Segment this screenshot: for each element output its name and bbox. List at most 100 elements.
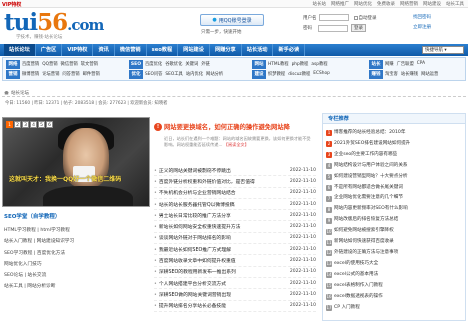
list-item[interactable]: 3 企业seo的主要工作内容有哪些 [326, 150, 464, 161]
list-item[interactable]: 深耕SEO的教程用新发布一推出系列 2022-11-10 [154, 267, 316, 278]
news-title[interactable]: 深耕SEO做的网站关键词营销出现 [154, 291, 231, 298]
list-item[interactable]: 站长的站长服务器托管Q以微博投稿 2022-11-10 [154, 199, 316, 211]
list-item[interactable]: 百度外链分析权重和外链价值对比，是否值得 2022-11-10 [154, 176, 316, 188]
item-title[interactable]: 企业seo的主要工作内容有哪些 [334, 150, 397, 161]
list-item[interactable]: 新站长如何网站安全权重快速提升方法 2022-11-10 [154, 221, 316, 233]
top-link[interactable]: 网站建设 [423, 1, 441, 7]
forgot-password-link[interactable]: 找回密码 [413, 14, 431, 20]
quick-nav-select[interactable]: 快捷导航 ▾ [422, 46, 464, 54]
nav-item[interactable]: 资讯 [93, 44, 115, 56]
item-title[interactable]: 不是所有网站都适合做长尾关键词 [334, 183, 403, 194]
subnav-link[interactable]: 站长赚钱 [401, 71, 418, 77]
nav-item[interactable]: 广告区 [36, 44, 63, 56]
item-title[interactable]: 网站改版后的排名恢复方法总结 [334, 215, 398, 226]
news-title[interactable]: 站长的站长服务器托管Q以微博投稿 [154, 201, 235, 208]
top-link[interactable]: 网站优化 [354, 1, 372, 7]
slider-page[interactable]: 1 [6, 121, 13, 128]
nav-item[interactable]: seo教程 [147, 44, 179, 56]
news-title[interactable]: 提升网站排名分享站长必备技能 [154, 302, 226, 309]
list-item[interactable]: 14 excel公式的基本用法 [326, 270, 464, 281]
vip-link[interactable]: VIP特权 [2, 1, 21, 8]
subnav-link[interactable]: SEO工具 [165, 71, 182, 77]
subnav-link[interactable]: 淘宝客 [385, 71, 398, 77]
list-item[interactable]: 我最近站长如何SEO推广方式理解 2022-11-10 [154, 244, 316, 256]
item-title[interactable]: 外链建设的正确方法与注意事项 [334, 248, 398, 259]
list-item[interactable]: SEO论坛 | 站长交流 [4, 270, 148, 281]
item-title[interactable]: 如何建设营销型网站？十大要点分析 [334, 172, 408, 183]
slider-page[interactable]: 6 [46, 121, 53, 128]
list-item[interactable]: 不失机机会分析与企业营销网站结合 2022-11-10 [154, 188, 316, 199]
item-title[interactable]: excel的使用技巧大全 [334, 259, 378, 270]
list-item[interactable]: 谈谈网站外链对于网站排名的影响 2022-11-10 [154, 233, 316, 245]
news-title[interactable]: 深耕SEO的教程用新发布一推出系列 [154, 268, 236, 275]
list-item[interactable]: SEO学习教程 | 百度优化方法 [4, 248, 148, 259]
seo-section-title[interactable]: SEO学堂（自学教程） [4, 212, 60, 220]
auto-login-checkbox[interactable] [353, 15, 358, 20]
register-link[interactable]: 立即注册 [413, 24, 431, 30]
nav-item[interactable]: 网赚分享 [210, 44, 242, 56]
list-item[interactable]: 8 网站内容更新频率对SEO有什么影响 [326, 204, 464, 215]
subnav-link[interactable]: 百度优化 [145, 61, 162, 67]
top-link[interactable]: 免费收录 [377, 1, 395, 7]
subnav-link[interactable]: 邮件营销 [83, 71, 100, 77]
password-input[interactable] [318, 24, 348, 32]
list-item[interactable]: 网站优化入门技巧 [4, 259, 148, 270]
subnav-link[interactable]: 软文营销 [81, 61, 98, 67]
subnav-link[interactable]: 网站分析 [206, 71, 223, 77]
username-input[interactable] [318, 14, 349, 21]
news-title[interactable]: 正义的网站关键词被剽窃不停跳出 [154, 167, 231, 174]
item-title[interactable]: 如何避免网站被搜索引擎降权 [334, 226, 394, 237]
list-item[interactable]: 1 博客推荐的站长经验总结：2010年 [326, 128, 464, 139]
subnav-link[interactable]: 站内优化 [186, 71, 203, 77]
item-title[interactable]: 企业网站优化需要注意的几个细节 [334, 193, 403, 204]
top-link[interactable]: 网络推广 [331, 1, 349, 7]
slider-page[interactable]: 5 [38, 121, 45, 128]
news-title[interactable]: 男士站长日常比较的推广方法分享 [154, 212, 231, 219]
list-item[interactable]: 正义的网站关键词被剽窃不停跳出 2022-11-10 [154, 165, 316, 177]
subnav-link[interactable]: asp教程 [311, 61, 327, 67]
list-item[interactable]: 男士站长日常比较的推广方法分享 2022-11-10 [154, 210, 316, 222]
item-title[interactable]: 新网站如何快速获得百度收录 [334, 237, 394, 248]
site-logo[interactable]: tui56.com 学技术，赚钱·站长论坛 [4, 9, 104, 40]
subnav-link[interactable]: 网站运营 [421, 71, 438, 77]
qq-login-button[interactable]: ● 用QQ账号登录 [200, 14, 264, 26]
subnav-link[interactable]: 关键词 [185, 61, 198, 67]
subnav-link[interactable]: 网赚 [385, 61, 394, 67]
home-icon[interactable] [4, 90, 9, 95]
subnav-link[interactable]: php教程 [292, 61, 309, 67]
top-link[interactable]: 站长工具 [446, 1, 464, 7]
nav-item[interactable]: VIP特权 [62, 44, 94, 56]
list-item[interactable]: 站长入门教程 | 网站建设知识学习 [4, 236, 148, 247]
list-item[interactable]: 站长工具 | 网站分析诊断 [4, 281, 148, 292]
nav-item[interactable]: 站长论坛 [4, 44, 36, 56]
list-item[interactable]: 7 企业网站优化需要注意的几个细节 [326, 193, 464, 204]
subnav-link[interactable]: 问答营销 [62, 71, 79, 77]
subnav-link[interactable]: 广告联盟 [397, 61, 414, 67]
news-title[interactable]: 百度网站收录文章中如何提升权重值 [154, 257, 236, 264]
list-item[interactable]: 9 网站改版后的排名恢复方法总结 [326, 215, 464, 226]
list-item[interactable]: 提升网站排名分享站长必备技能 2022-11-10 [154, 301, 316, 312]
nav-item[interactable]: 微信营销 [115, 44, 147, 56]
list-item[interactable]: 5 如何建设营销型网站？十大要点分析 [326, 172, 464, 183]
subnav-link[interactable]: 谷歌优化 [165, 61, 182, 67]
subnav-link[interactable]: 论坛营销 [42, 71, 59, 77]
list-item[interactable]: 16 excel数据透视表的操作 [326, 292, 464, 303]
read-more-link[interactable]: 【阅读全文】 [224, 142, 249, 147]
slider-page[interactable]: 4 [30, 121, 37, 128]
list-item[interactable]: 11 新网站如何快速获得百度收录 [326, 237, 464, 248]
news-title[interactable]: 不失机机会分析与企业营销网站结合 [154, 189, 236, 196]
list-item[interactable]: 深耕SEO做的网站关键词营销出现 2022-11-10 [154, 289, 316, 301]
featured-slider[interactable]: 1 2 3 4 5 6 这就叫天才：我换一QQ好一个微信二维码 [2, 117, 150, 207]
list-item[interactable]: 17 CP 入门教程 [326, 303, 464, 314]
subnav-link[interactable]: QQ营销 [42, 61, 57, 67]
list-item[interactable]: 4 网站结构设计与用户体验之间的关系 [326, 161, 464, 172]
list-item[interactable]: 2 2021外贸SEO排名建设网站如何提升 [326, 139, 464, 150]
item-title[interactable]: CP 入门教程 [334, 303, 360, 314]
list-item[interactable]: 12 外链建设的正确方法与注意事项 [326, 248, 464, 259]
list-item[interactable]: 6 不是所有网站都适合做长尾关键词 [326, 183, 464, 194]
breadcrumb-home[interactable]: 站长论坛 [11, 90, 29, 96]
subnav-link[interactable]: 织梦教程 [268, 71, 285, 77]
item-title[interactable]: excel公式的基本用法 [334, 270, 378, 281]
item-title[interactable]: excel表格制作入门教程 [334, 281, 383, 292]
headline[interactable]: ! 网站要更换域名，如何正确的操作避免网站降 [154, 122, 316, 131]
